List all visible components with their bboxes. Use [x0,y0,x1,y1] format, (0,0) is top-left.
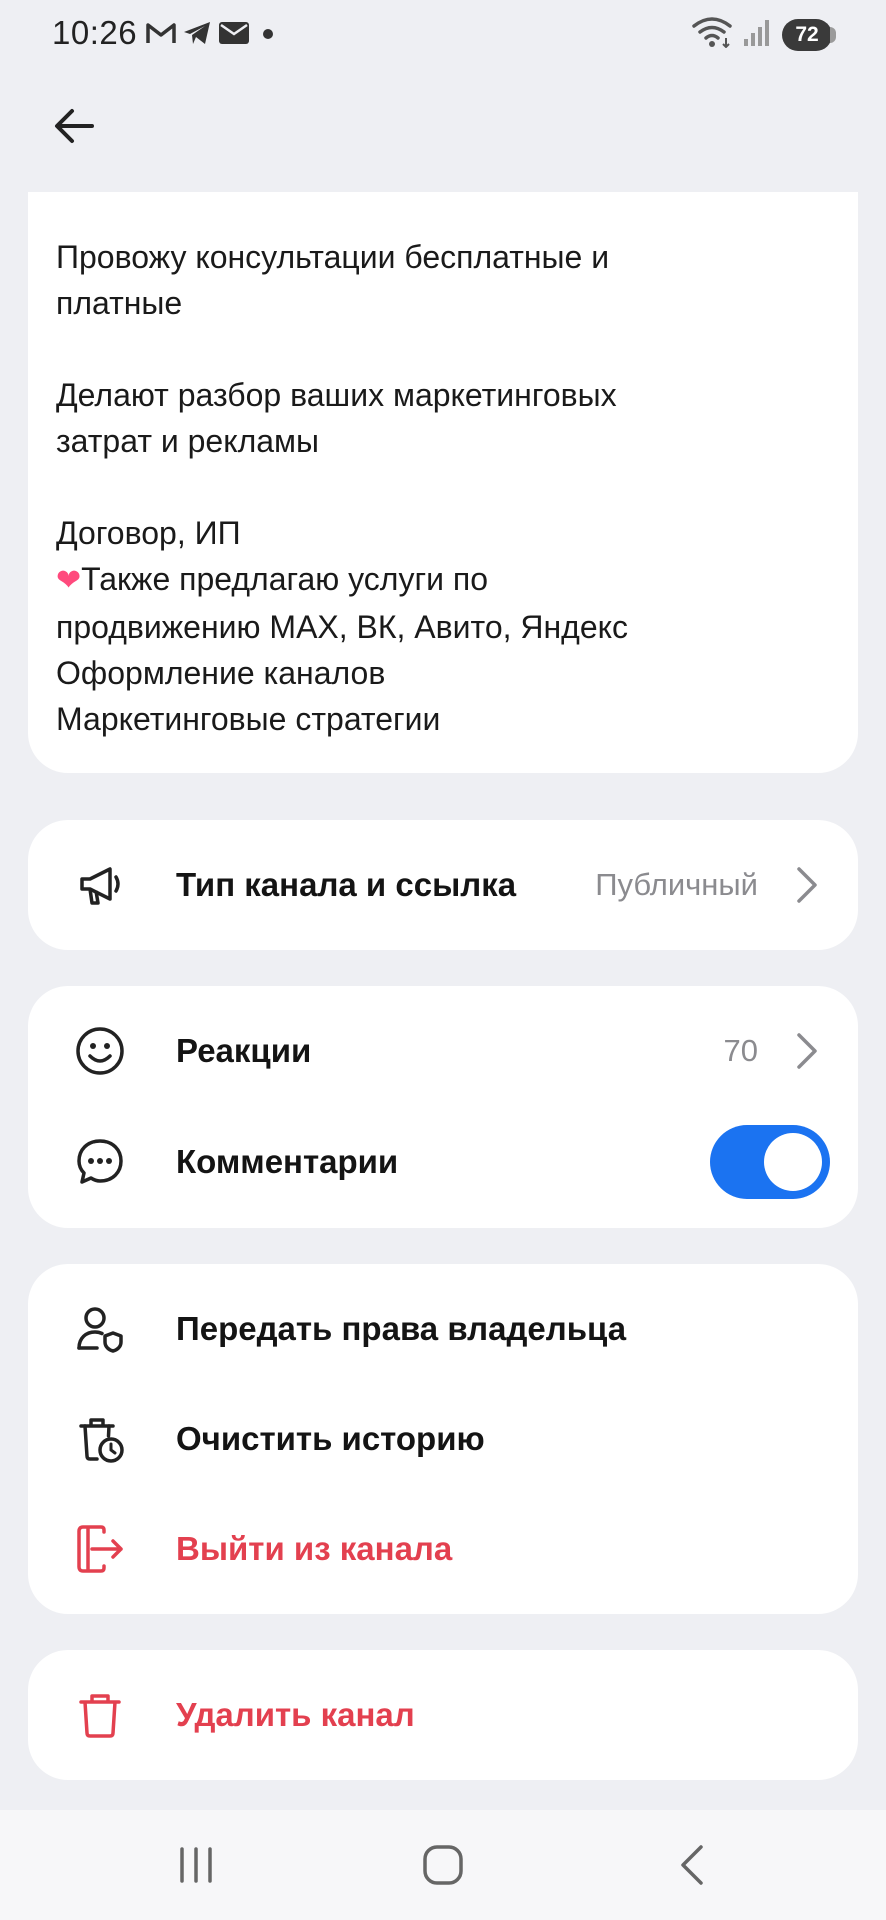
comments-label: Комментарии [176,1143,399,1180]
transfer-ownership-row[interactable]: Передать права владельца [28,1274,858,1384]
owner-actions-card: Передать права владельца Очистить истори… [28,1264,858,1614]
description-line: Провожу консультации бесплатные и [56,239,610,275]
delete-channel-row[interactable]: Удалить канал [28,1660,858,1770]
mail-icon [218,21,250,50]
top-app-bar [0,70,886,192]
settings-content[interactable]: Провожу консультации бесплатные и платны… [0,192,886,1810]
recent-apps-icon [180,1847,212,1883]
trash-icon [72,1687,128,1743]
reactions-row[interactable]: Реакции 70 [28,996,858,1106]
dot-icon [256,21,276,50]
channel-description: Провожу консультации бесплатные и платны… [56,234,830,742]
arrow-left-icon [55,109,94,143]
description-line: Маркетинговые стратегии [56,701,441,737]
channel-type-value: Публичный [595,867,758,902]
channel-type-card: Тип канала и ссылка Публичный [28,820,858,950]
comments-row: Комментарии [28,1107,858,1217]
signal-icon [742,17,772,52]
description-line: Договор, ИП [56,515,241,551]
system-back-button[interactable] [652,1832,732,1898]
telegram-icon [182,20,212,51]
system-icons: 72 [692,16,836,53]
user-shield-icon [72,1301,128,1357]
clear-history-row[interactable]: Очистить историю [28,1384,858,1494]
reactions-comments-card: Реакции 70 Комментарии [28,986,858,1228]
chevron-left-icon [681,1845,703,1885]
smile-icon [72,1023,128,1079]
trash-clock-icon [72,1411,128,1467]
clear-history-label: Очистить историю [176,1420,485,1457]
back-button[interactable] [42,94,106,158]
description-line: затрат и рекламы [56,423,320,459]
reactions-label: Реакции [176,1032,312,1069]
leave-channel-label: Выйти из канала [176,1530,453,1567]
toggle-knob [764,1133,822,1191]
reactions-count: 70 [723,1033,758,1068]
heart-emoji-icon: ❤ [56,564,82,597]
leave-channel-row[interactable]: Выйти из канала [28,1494,858,1604]
description-line: Делают разбор ваших маркетинговых [56,377,617,413]
delete-channel-label: Удалить канал [176,1696,415,1733]
recent-apps-button[interactable] [156,1832,236,1898]
channel-type-label: Тип канала и ссылка [176,866,517,903]
comments-toggle[interactable] [710,1125,830,1199]
transfer-ownership-label: Передать права владельца [176,1310,627,1347]
delete-channel-card: Удалить канал [28,1650,858,1780]
channel-type-row[interactable]: Тип канала и ссылка Публичный [28,830,858,940]
status-time: 10:26 [52,14,138,51]
system-navigation-bar [0,1810,886,1920]
wifi-icon [692,16,732,53]
battery-icon: 72 [782,18,836,51]
chevron-right-icon [792,1029,822,1073]
channel-description-card: Провожу консультации бесплатные и платны… [28,192,858,773]
chat-bubble-icon [72,1134,128,1190]
status-bar: 10:26 72 [0,0,886,70]
description-line: продвижению MAX, ВК, Авито, Яндекс [56,609,628,645]
chevron-right-icon [792,863,822,907]
description-line: платные [56,285,183,321]
notification-icons [146,20,276,51]
description-line: Оформление каналов [56,655,386,691]
home-icon [423,1845,463,1885]
exit-icon [72,1521,128,1577]
home-button[interactable] [403,1832,483,1898]
gmail-icon [146,21,176,50]
megaphone-icon [72,857,128,913]
description-line: Также предлагаю услуги по [81,561,489,597]
